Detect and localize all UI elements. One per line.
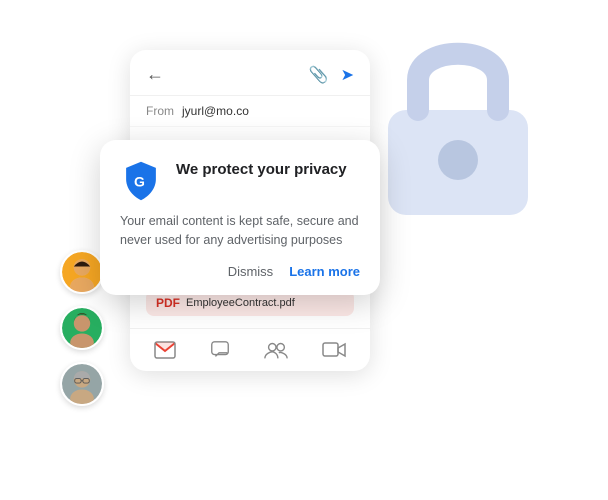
from-label: From bbox=[146, 104, 174, 118]
header-icons: 📎 ➤ bbox=[309, 65, 354, 85]
privacy-card-description: Your email content is kept safe, secure … bbox=[120, 212, 360, 250]
avatar-2 bbox=[60, 306, 104, 350]
email-footer bbox=[130, 328, 370, 371]
privacy-card-header: G We protect your privacy bbox=[120, 160, 360, 202]
privacy-card: G We protect your privacy Your email con… bbox=[100, 140, 380, 295]
dismiss-button[interactable]: Dismiss bbox=[228, 264, 274, 279]
gmail-icon[interactable] bbox=[154, 341, 176, 359]
from-value: jyurl@mo.co bbox=[182, 104, 249, 118]
learn-more-button[interactable]: Learn more bbox=[289, 264, 360, 279]
avatars-list bbox=[60, 250, 104, 406]
pdf-icon: PDF bbox=[156, 296, 180, 310]
scene: ← 📎 ➤ From jyurl@mo.co See Just Bloomed … bbox=[0, 0, 608, 500]
attach-icon: 📎 bbox=[309, 65, 329, 85]
privacy-card-actions: Dismiss Learn more bbox=[120, 264, 360, 279]
attachment-filename: EmployeeContract.pdf bbox=[186, 297, 295, 309]
privacy-card-title: We protect your privacy bbox=[176, 160, 347, 180]
send-button[interactable]: ➤ bbox=[341, 65, 354, 85]
avatar-3 bbox=[60, 362, 104, 406]
email-header: ← 📎 ➤ bbox=[130, 50, 370, 96]
video-icon[interactable] bbox=[322, 341, 346, 359]
back-button[interactable]: ← bbox=[146, 64, 164, 85]
from-row: From jyurl@mo.co bbox=[130, 96, 370, 127]
meet-icon[interactable] bbox=[263, 339, 289, 361]
g-shield-icon: G bbox=[120, 160, 162, 202]
avatar-1 bbox=[60, 250, 104, 294]
lock-icon bbox=[368, 20, 548, 220]
svg-text:G: G bbox=[134, 173, 145, 189]
chat-icon[interactable] bbox=[209, 339, 231, 361]
